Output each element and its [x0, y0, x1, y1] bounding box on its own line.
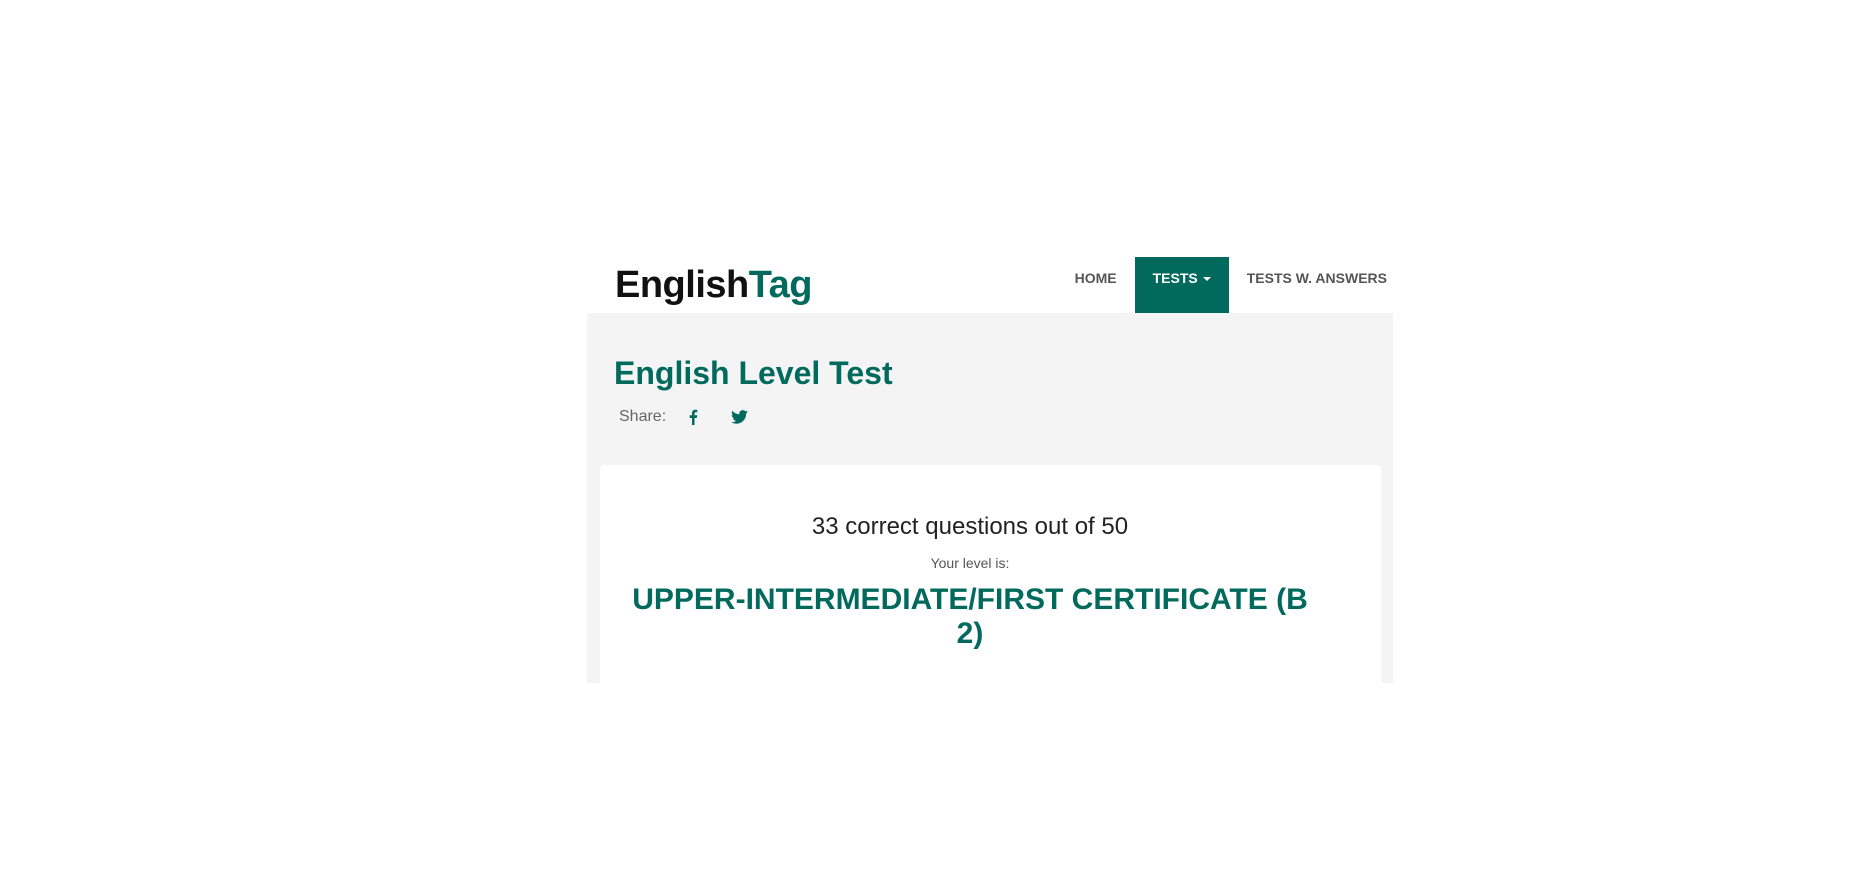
- main-content: English Level Test Share: 33 correct que…: [587, 313, 1393, 683]
- logo-text-english: English: [615, 264, 749, 306]
- nav-item-label: TESTS W. ANSWERS: [1246, 270, 1387, 286]
- nav-item-label: TESTS: [1152, 270, 1198, 286]
- facebook-icon[interactable]: [678, 405, 708, 429]
- main-nav: HOME TESTS TESTS W. ANSWERS: [1057, 257, 1393, 313]
- result-card: 33 correct questions out of 50 Your leve…: [600, 465, 1381, 683]
- twitter-icon[interactable]: [724, 405, 754, 429]
- nav-item-label: HOME: [1074, 270, 1117, 286]
- page-title: English Level Test: [614, 355, 893, 391]
- site-logo[interactable]: EnglishTag: [615, 257, 812, 313]
- nav-item-tests[interactable]: TESTS: [1134, 257, 1229, 313]
- score-text: 33 correct questions out of 50: [811, 513, 1129, 540]
- nav-item-tests-with-answers[interactable]: TESTS W. ANSWERS: [1229, 257, 1393, 313]
- share-label: Share:: [619, 408, 667, 425]
- logo-text-tag: Tag: [748, 264, 813, 306]
- caret-down-icon: [1202, 277, 1211, 281]
- site-header: EnglishTag HOME TESTS TESTS W. ANSWERS: [587, 257, 1393, 313]
- level-label: Your level is:: [930, 555, 1010, 571]
- share-bar: Share:: [619, 405, 770, 429]
- nav-item-home[interactable]: HOME: [1057, 257, 1135, 313]
- level-value: UPPER-INTERMEDIATE/FIRST CERTIFICATE (B …: [632, 583, 1308, 650]
